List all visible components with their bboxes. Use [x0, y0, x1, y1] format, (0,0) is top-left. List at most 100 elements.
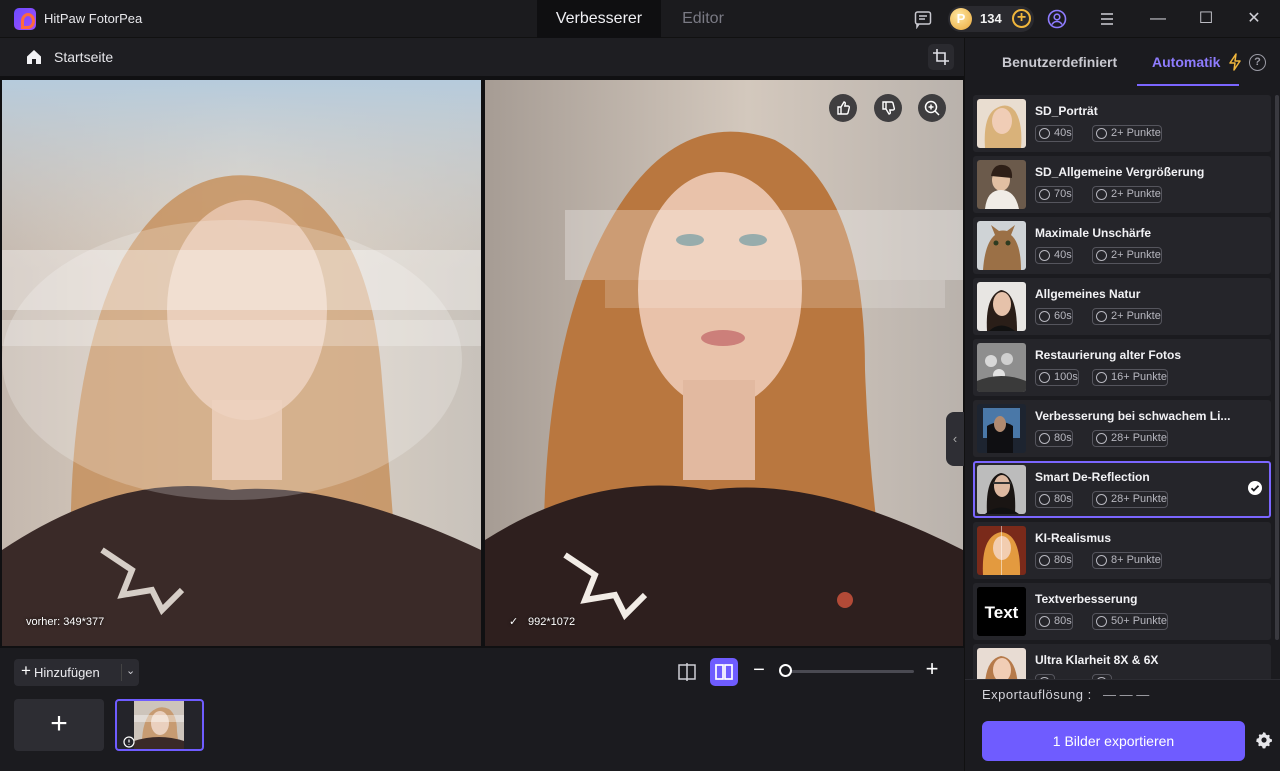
model-list-scrollbar[interactable]: [1275, 95, 1279, 640]
model-time: 80s: [1035, 613, 1073, 630]
model-time: 60s: [1035, 308, 1073, 325]
active-tab-indicator: [1137, 84, 1239, 86]
add-coins-button[interactable]: +: [1012, 9, 1031, 28]
model-name: Allgemeines Natur: [1035, 287, 1141, 301]
zoom-slider[interactable]: [784, 670, 914, 673]
model-time: 40s: [1035, 125, 1073, 142]
gear-icon[interactable]: [1255, 731, 1273, 749]
coin-icon: [1096, 311, 1107, 322]
model-item[interactable]: Restaurierung alter Fotos 100s 16+ Punkt…: [973, 339, 1271, 396]
zoom-out-button[interactable]: −: [750, 660, 768, 680]
model-time: 100s: [1035, 369, 1079, 386]
model-name: Maximale Unschärfe: [1035, 226, 1152, 240]
model-item[interactable]: Ultra Klarheit 8X & 6X: [973, 644, 1271, 679]
model-name: SD_Allgemeine Vergrößerung: [1035, 165, 1205, 179]
model-points: 2+ Punkte: [1092, 308, 1162, 325]
coin-icon: [1096, 616, 1107, 627]
help-icon[interactable]: ?: [1249, 54, 1266, 71]
divider: [121, 664, 122, 681]
close-button[interactable]: ✕: [1232, 0, 1276, 38]
model-item[interactable]: Allgemeines Natur 60s 2+ Punkte: [973, 278, 1271, 335]
model-thumbnail: [977, 160, 1026, 209]
add-image-button[interactable]: +: [14, 699, 104, 751]
add-files-label: Hinzufügen: [34, 665, 100, 680]
breadcrumb: Startseite: [0, 38, 964, 76]
clock-icon: [1039, 189, 1050, 200]
clock-icon: [1039, 250, 1050, 261]
model-name: SD_Porträt: [1035, 104, 1098, 118]
model-item[interactable]: KI-Realismus 80s 8+ Punkte: [973, 522, 1271, 579]
model-thumbnail: [977, 526, 1026, 575]
model-panel: Benutzerdefiniert Automatik ? SD_Porträt…: [964, 38, 1280, 771]
home-link[interactable]: Startseite: [54, 49, 113, 65]
model-item[interactable]: SD_Porträt 40s 2+ Punkte: [973, 95, 1271, 152]
divider: [965, 679, 1280, 680]
app-logo-icon: [14, 8, 36, 30]
model-item[interactable]: SD_Allgemeine Vergrößerung 70s 2+ Punkte: [973, 156, 1271, 213]
export-resolution-label: Exportauflösung :: [982, 687, 1092, 702]
model-time: 40s: [1035, 247, 1073, 264]
model-points: 28+ Punkte: [1092, 491, 1168, 508]
model-item[interactable]: Verbesserung bei schwachem Li... 80s 28+…: [973, 400, 1271, 457]
model-thumbnail: Text: [977, 587, 1026, 636]
crop-icon[interactable]: [928, 44, 954, 70]
model-points: 50+ Punkte: [1092, 613, 1168, 630]
model-name: Verbesserung bei schwachem Li...: [1035, 409, 1231, 423]
zoom-in-icon[interactable]: [918, 94, 946, 122]
zoom-slider-handle[interactable]: [779, 664, 792, 677]
clock-icon: [1039, 616, 1050, 627]
model-points: 28+ Punkte: [1092, 430, 1168, 447]
minimize-button[interactable]: —: [1136, 0, 1180, 38]
coin-icon: [1096, 189, 1107, 200]
model-points: 2+ Punkte: [1092, 247, 1162, 264]
image-thumbnail[interactable]: [115, 699, 204, 751]
model-time: 80s: [1035, 491, 1073, 508]
home-icon[interactable]: [24, 47, 44, 67]
dislike-button[interactable]: [874, 94, 902, 122]
coin-icon: [1096, 128, 1107, 139]
checkmark-icon: [1248, 481, 1262, 495]
model-points: 16+ Punkte: [1092, 369, 1168, 386]
model-time: 70s: [1035, 186, 1073, 203]
model-item[interactable]: Text Textverbesserung 80s 50+ Punkte: [973, 583, 1271, 640]
model-points: 2+ Punkte: [1092, 125, 1162, 142]
model-points: 2+ Punkte: [1092, 186, 1162, 203]
bottom-bar: + Hinzufügen ⌄ − + +: [0, 648, 964, 771]
export-button[interactable]: 1 Bilder exportieren: [982, 721, 1245, 761]
clock-icon: [1039, 128, 1050, 139]
feedback-icon[interactable]: [913, 9, 933, 29]
model-points: 8+ Punkte: [1092, 552, 1162, 569]
coin-value: 134: [980, 11, 1002, 26]
tab-enhancer[interactable]: Verbesserer: [537, 0, 661, 38]
account-icon[interactable]: [1047, 9, 1067, 29]
coin-balance[interactable]: P 134 +: [948, 6, 1034, 32]
preview-canvas: vorher: 349*377 ✓ 992*1072 ‹: [0, 76, 964, 648]
model-thumbnail: [977, 648, 1026, 679]
coin-icon: [1096, 250, 1107, 261]
tab-auto[interactable]: Automatik: [1152, 54, 1220, 70]
like-button[interactable]: [829, 94, 857, 122]
before-image: vorher: 349*377: [2, 80, 481, 646]
model-time: 80s: [1035, 552, 1073, 569]
side-by-side-view-icon[interactable]: [710, 658, 738, 686]
model-thumbnail: [977, 343, 1026, 392]
model-name: Textverbesserung: [1035, 592, 1138, 606]
model-time: 80s: [1035, 430, 1073, 447]
model-item[interactable]: Maximale Unschärfe 40s 2+ Punkte: [973, 217, 1271, 274]
clock-icon: [1039, 494, 1050, 505]
maximize-button[interactable]: ☐: [1184, 0, 1228, 38]
tab-custom[interactable]: Benutzerdefiniert: [1002, 54, 1117, 70]
svg-text:Text: Text: [985, 603, 1019, 622]
chevron-down-icon[interactable]: ⌄: [126, 664, 138, 678]
clock-icon: [1039, 372, 1050, 383]
after-size-label: 992*1072: [528, 616, 576, 628]
model-thumbnail: [977, 221, 1026, 270]
model-item-selected[interactable]: Smart De-Reflection 80s 28+ Punkte: [973, 461, 1271, 518]
menu-icon[interactable]: [1097, 9, 1117, 29]
collapse-panel-button[interactable]: ‹: [946, 412, 964, 466]
split-view-icon[interactable]: [673, 658, 701, 686]
coin-icon: [1096, 433, 1107, 444]
zoom-in-button[interactable]: +: [922, 658, 942, 680]
add-files-button[interactable]: + Hinzufügen ⌄: [14, 659, 139, 686]
tab-editor[interactable]: Editor: [661, 0, 745, 38]
